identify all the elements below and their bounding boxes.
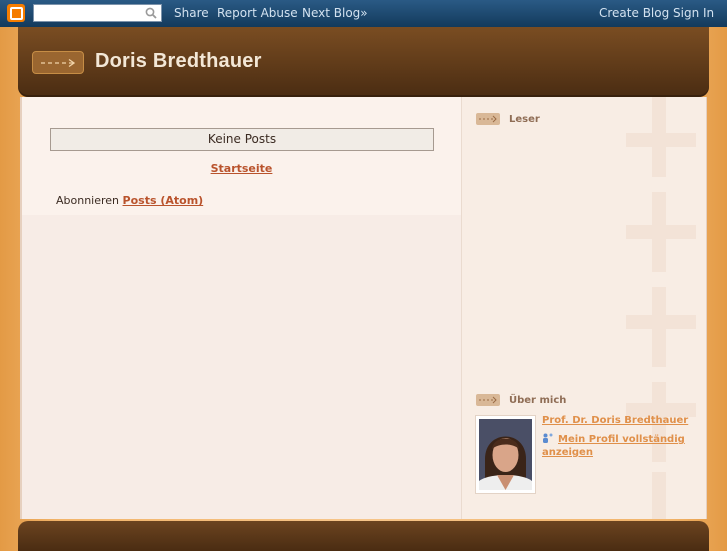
- subscribe-line: Abonnieren Posts (Atom): [56, 194, 203, 207]
- arrows-icon: [32, 51, 84, 74]
- no-posts-message: Keine Posts: [50, 128, 434, 151]
- followers-title: Leser: [509, 114, 540, 125]
- profile-link: Mein Profil vollständig anzeigen: [542, 433, 692, 459]
- blogger-navbar: Share Report Abuse Next Blog» Create Blo…: [0, 0, 727, 27]
- profile-photo[interactable]: [475, 415, 536, 494]
- profile-person-icon: [543, 433, 553, 443]
- profile-name-link[interactable]: Prof. Dr. Doris Bredthauer: [542, 415, 688, 426]
- view-full-profile-link[interactable]: Mein Profil vollständig anzeigen: [542, 434, 685, 458]
- search-icon[interactable]: [145, 7, 157, 19]
- portrait-image: [479, 419, 532, 490]
- blogger-logo-icon[interactable]: [7, 4, 25, 22]
- blog-header: Doris Bredthauer: [18, 27, 709, 97]
- sign-in-link[interactable]: Sign In: [673, 6, 714, 20]
- share-link[interactable]: Share: [174, 6, 209, 20]
- content-frame: Keine Posts Startseite Abonnieren Posts …: [20, 97, 707, 519]
- home-link[interactable]: Startseite: [22, 162, 461, 175]
- blog-footer: [18, 521, 709, 551]
- blog-title[interactable]: Doris Bredthauer: [95, 50, 262, 73]
- create-blog-link[interactable]: Create Blog: [599, 6, 669, 20]
- arrows-icon: [476, 113, 500, 125]
- next-blog-link[interactable]: Next Blog»: [302, 6, 368, 20]
- sidebar: Leser Über mich Prof. Dr. Doris Bredthau…: [461, 97, 706, 519]
- report-abuse-link[interactable]: Report Abuse: [217, 6, 298, 20]
- about-heading: Über mich: [476, 394, 566, 406]
- about-title: Über mich: [509, 395, 567, 406]
- main-column: Keine Posts Startseite Abonnieren Posts …: [22, 97, 461, 519]
- subscribe-label: Abonnieren: [56, 194, 120, 207]
- arrows-icon: [476, 394, 500, 406]
- search-box: [33, 4, 162, 22]
- search-input[interactable]: [36, 6, 141, 20]
- followers-heading: Leser: [476, 113, 540, 125]
- posts-atom-link[interactable]: Posts (Atom): [123, 194, 204, 207]
